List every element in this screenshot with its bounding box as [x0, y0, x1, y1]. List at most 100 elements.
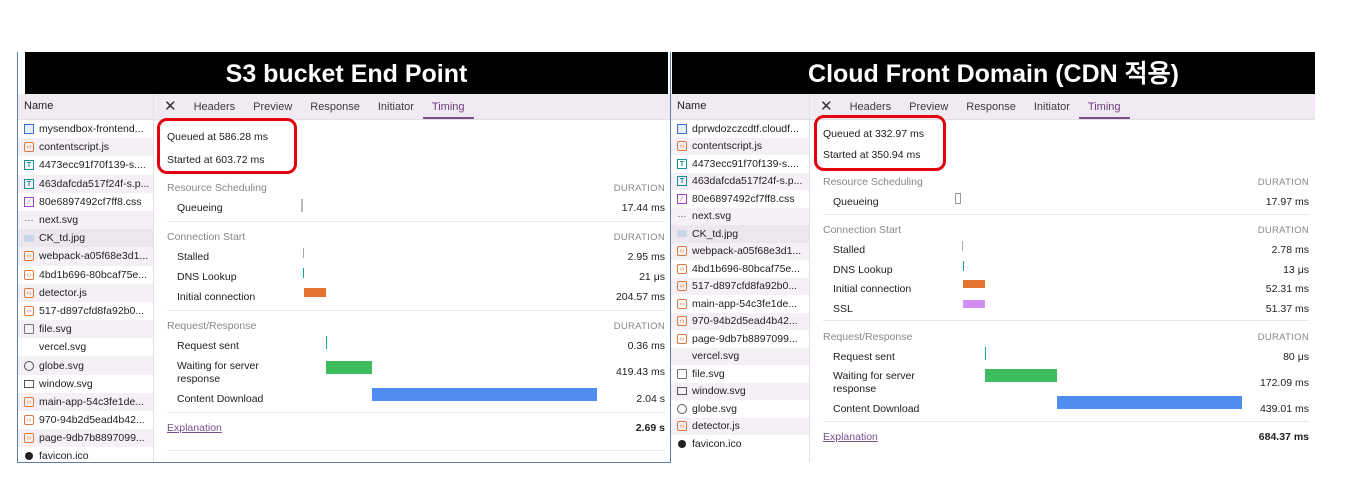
request-row[interactable]: T 4473ecc91f70f139-s....	[671, 155, 809, 173]
explanation-link[interactable]: Explanation	[167, 422, 222, 434]
waiting-label-line2: response	[833, 383, 877, 395]
request-row[interactable]: vercel.svg	[671, 347, 809, 365]
section-request-response: Request/Response	[823, 331, 913, 343]
request-row[interactable]: ‹› 4bd1b696-80bcaf75e...	[671, 260, 809, 278]
divider	[167, 450, 665, 451]
request-row[interactable]: window.svg	[671, 382, 809, 400]
request-row[interactable]: ‹› main-app-54c3fe1de...	[18, 392, 153, 411]
request-name: globe.svg	[692, 402, 737, 415]
dns-lookup-value: 13 μs	[1283, 264, 1309, 276]
tab-response[interactable]: Response	[301, 95, 369, 119]
request-row[interactable]: ‹› contentscript.js	[18, 138, 153, 157]
tab-headers[interactable]: Headers	[185, 95, 245, 119]
tab-timing[interactable]: Timing	[422, 95, 474, 119]
section-request-response: Request/Response	[167, 320, 257, 332]
stalled-label: Stalled	[833, 244, 866, 256]
stalled-label: Stalled	[177, 251, 210, 263]
content-download-value: 2.04 s	[636, 393, 665, 405]
request-row[interactable]: ⋯ next.svg	[18, 210, 153, 230]
request-row[interactable]: ‹› main-app-54c3fe1de...	[671, 295, 809, 313]
request-row[interactable]: CK_td.jpg	[18, 229, 153, 248]
tab-timing[interactable]: Timing	[1078, 95, 1130, 119]
ssl-value: 51.37 ms	[1265, 303, 1309, 315]
request-row[interactable]: globe.svg	[18, 356, 153, 375]
script-icon: ‹›	[24, 142, 34, 153]
section-connection-start: Connection Start	[823, 224, 902, 236]
script-icon: ‹›	[24, 251, 34, 262]
request-row[interactable]: file.svg	[18, 320, 153, 339]
request-row[interactable]: ‹› 517-d897cfd8fa92b0...	[671, 277, 809, 295]
dns-lookup-bar	[303, 268, 304, 278]
request-name: 463dafcda517f24f-s.p...	[39, 177, 150, 190]
duration-header: DURATION	[613, 232, 665, 243]
request-row[interactable]: globe.svg	[671, 400, 809, 418]
stalled-value: 2.78 ms	[1271, 244, 1309, 256]
request-row[interactable]: ⋯ next.svg	[671, 207, 809, 225]
highlight-box	[814, 115, 946, 171]
request-row[interactable]: ‹› contentscript.js	[671, 137, 809, 155]
script-icon: ‹›	[24, 287, 34, 298]
close-icon[interactable]: ✕	[154, 95, 185, 119]
font-icon: T	[24, 178, 34, 189]
dns-lookup-value: 21 μs	[639, 271, 665, 283]
name-column-header[interactable]: Name	[18, 94, 153, 120]
tab-preview[interactable]: Preview	[244, 95, 301, 119]
request-row[interactable]: window.svg	[18, 375, 153, 393]
request-row[interactable]: ‹› page-9db7b8897099...	[671, 330, 809, 348]
tab-initiator[interactable]: Initiator	[1025, 95, 1079, 119]
request-row[interactable]: ‹› 517-d897cfd8fa92b0...	[18, 302, 153, 320]
request-name-list: Name dprwdozczcdtf.cloudf... ‹› contentscr…	[671, 94, 810, 462]
queueing-label: Queueing	[833, 196, 879, 208]
request-row[interactable]: T 463dafcda517f24f-s.p...	[671, 172, 809, 190]
waiting-bar	[326, 361, 372, 374]
request-name: webpack-a05f68e3d1...	[39, 250, 149, 263]
panel-title: S3 bucket End Point	[25, 52, 668, 94]
request-row[interactable]: dprwdozczcdtf.cloudf...	[671, 120, 809, 138]
request-row[interactable]: file.svg	[671, 365, 809, 383]
request-row[interactable]: ‹› page-9db7b8897099...	[18, 429, 153, 448]
request-row[interactable]: T 463dafcda517f24f-s.p...	[18, 174, 153, 193]
request-row[interactable]: ∕ 80e6897492cf7ff8.css	[18, 193, 153, 211]
script-icon: ‹›	[677, 281, 687, 292]
script-icon: ‹›	[677, 421, 687, 432]
request-name: page-9db7b8897099...	[39, 432, 145, 445]
queueing-bar	[301, 199, 303, 212]
divider	[823, 320, 1309, 321]
request-row[interactable]: ‹› detector.js	[671, 417, 809, 435]
script-icon: ‹›	[677, 263, 687, 274]
content-download-bar	[1057, 396, 1242, 409]
request-row[interactable]: T 4473ecc91f70f139-s....	[18, 156, 153, 174]
script-icon: ‹›	[677, 246, 687, 257]
request-row[interactable]: mysendbox-frontend...	[18, 120, 153, 138]
queueing-value: 17.44 ms	[621, 202, 665, 214]
request-row[interactable]: ∕ 80e6897492cf7ff8.css	[671, 190, 809, 208]
waiting-label-line2: response	[177, 373, 221, 385]
explanation-link[interactable]: Explanation	[823, 431, 878, 443]
request-row[interactable]: ‹› 4bd1b696-80bcaf75e...	[18, 266, 153, 284]
favicon-icon	[25, 452, 33, 461]
request-row[interactable]: favicon.ico	[18, 447, 153, 462]
dns-lookup-label: DNS Lookup	[177, 271, 237, 283]
initial-connection-value: 204.57 ms	[615, 291, 665, 303]
tab-response[interactable]: Response	[957, 95, 1025, 119]
dns-lookup-label: DNS Lookup	[833, 264, 893, 276]
divider	[167, 412, 665, 413]
request-row[interactable]: ‹› webpack-a05f68e3d1...	[671, 242, 809, 260]
tab-initiator[interactable]: Initiator	[369, 95, 423, 119]
content-download-label: Content Download	[177, 393, 264, 405]
initial-connection-label: Initial connection	[177, 291, 256, 303]
window-icon	[24, 379, 34, 388]
stylesheet-icon: ∕	[24, 196, 34, 207]
request-row[interactable]: ‹› 970-94b2d5ead4b42...	[671, 312, 809, 330]
request-row[interactable]: ‹› webpack-a05f68e3d1...	[18, 247, 153, 266]
request-name: contentscript.js	[692, 140, 763, 153]
request-row[interactable]: ‹› 970-94b2d5ead4b42...	[18, 411, 153, 429]
favicon-icon	[678, 439, 686, 448]
name-column-header[interactable]: Name	[671, 94, 809, 120]
request-name: 970-94b2d5ead4b42...	[692, 315, 798, 328]
request-name: favicon.ico	[692, 437, 742, 450]
request-row[interactable]: favicon.ico	[671, 435, 809, 453]
request-row[interactable]: vercel.svg	[18, 338, 153, 356]
request-row[interactable]: CK_td.jpg	[671, 225, 809, 243]
request-row[interactable]: ‹› detector.js	[18, 283, 153, 302]
